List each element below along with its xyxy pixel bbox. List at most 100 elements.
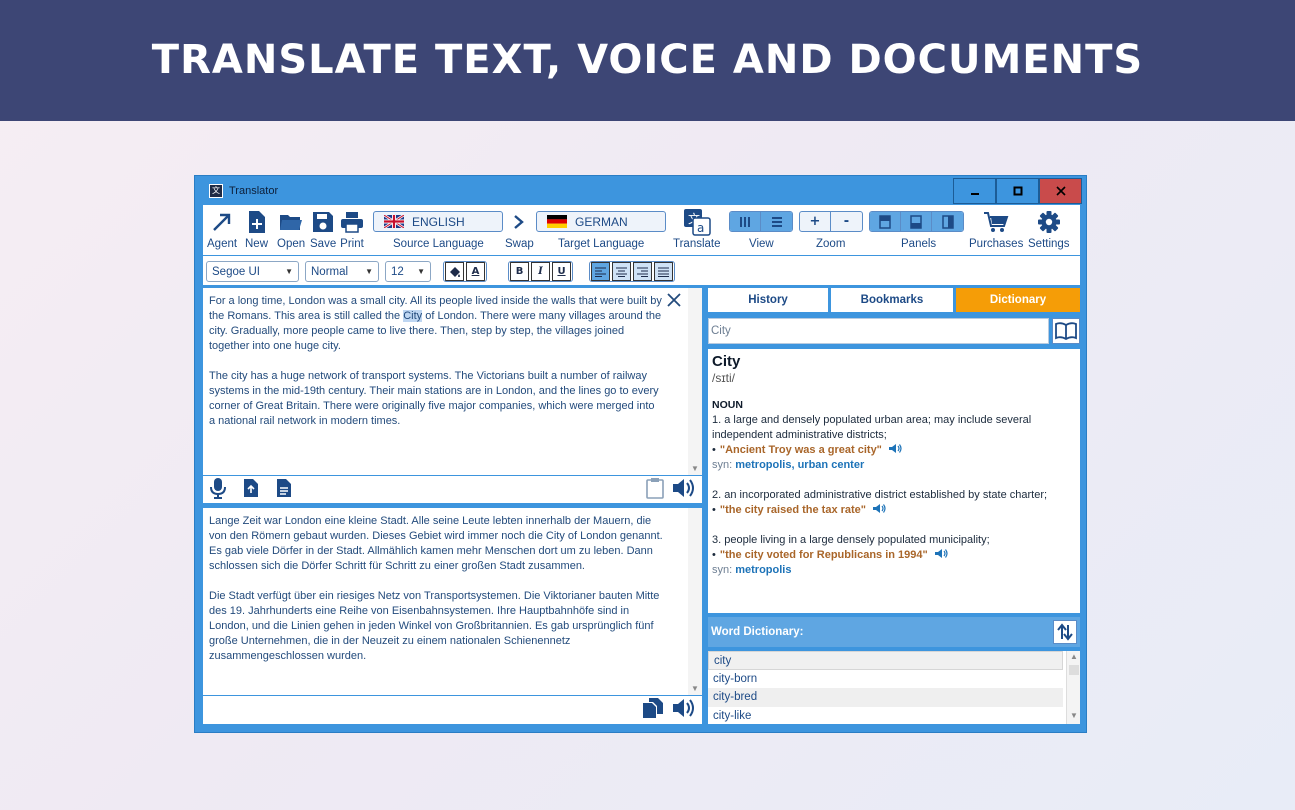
view-rows-button[interactable] — [761, 212, 792, 231]
scroll-down-icon[interactable]: ▼ — [1067, 711, 1081, 723]
microphone-button[interactable] — [209, 477, 227, 503]
paste-button[interactable] — [646, 477, 664, 503]
sort-button[interactable] — [1053, 620, 1077, 644]
list-item[interactable]: city-like — [708, 707, 1063, 726]
source-language-value: ENGLISH — [412, 214, 465, 229]
settings-button[interactable]: Settings — [1028, 209, 1070, 250]
purchases-button[interactable]: Purchases — [969, 209, 1023, 250]
underline-button[interactable]: U — [552, 262, 571, 281]
panel-layout-3-button[interactable] — [932, 212, 963, 231]
maximize-button[interactable] — [996, 178, 1039, 204]
gear-icon — [1037, 209, 1061, 235]
target-actions-bar — [203, 696, 702, 724]
source-scrollbar[interactable]: ▼ — [688, 288, 702, 475]
save-button[interactable]: Save — [310, 209, 336, 250]
banner-headline: TRANSLATE TEXT, VOICE AND DOCUMENTS — [151, 36, 1144, 83]
translation-text-area[interactable]: Lange Zeit war London eine kleine Stadt.… — [203, 508, 702, 695]
german-flag-icon — [547, 215, 567, 228]
dictionary-search-input[interactable]: City — [708, 318, 1049, 344]
side-tabs: History Bookmarks Dictionary — [708, 288, 1080, 312]
list-item[interactable]: city-bred — [708, 688, 1063, 707]
save-icon — [312, 209, 334, 235]
align-justify-icon — [658, 267, 669, 277]
close-icon — [667, 293, 681, 307]
list-item[interactable]: city-born — [708, 670, 1063, 689]
italic-button[interactable]: I — [531, 262, 550, 281]
target-scrollbar[interactable]: ▼ — [688, 508, 702, 695]
align-left-button[interactable] — [591, 262, 610, 281]
agent-icon — [211, 209, 233, 235]
target-language-select[interactable]: GERMAN — [536, 211, 666, 232]
tab-bookmarks[interactable]: Bookmarks — [831, 288, 953, 312]
target-language-value: GERMAN — [575, 214, 628, 229]
selected-word[interactable]: City — [403, 310, 423, 322]
translate-button[interactable]: 文a Translate — [673, 209, 721, 250]
new-button[interactable]: New — [245, 209, 268, 250]
tab-history[interactable]: History — [708, 288, 828, 312]
panel-side-icon — [941, 214, 954, 229]
align-right-button[interactable] — [633, 262, 652, 281]
folder-icon — [279, 209, 303, 235]
chevron-down-icon: ▼ — [285, 267, 293, 276]
speaker-icon[interactable] — [888, 443, 902, 454]
speaker-icon — [673, 478, 694, 497]
paragraph-style-select[interactable]: Normal ▼ — [305, 261, 379, 282]
open-button[interactable]: Open — [277, 209, 305, 250]
panel-layout-2-button[interactable] — [901, 212, 932, 231]
swap-button[interactable]: Swap — [505, 209, 534, 250]
scroll-up-icon[interactable]: ▲ — [1067, 652, 1081, 664]
speak-translation-button[interactable] — [672, 697, 696, 723]
align-center-button[interactable] — [612, 262, 631, 281]
scroll-down-icon[interactable]: ▼ — [688, 461, 702, 473]
color-group: A — [443, 261, 487, 282]
scroll-down-icon[interactable]: ▼ — [688, 681, 702, 693]
chevron-down-icon: ▼ — [365, 267, 373, 276]
font-family-select[interactable]: Segoe UI ▼ — [206, 261, 299, 282]
font-size-select[interactable]: 12 ▼ — [385, 261, 431, 282]
bold-button[interactable]: B — [510, 262, 529, 281]
align-justify-button[interactable] — [654, 262, 673, 281]
agent-button[interactable]: Agent — [207, 209, 237, 250]
view-columns-button[interactable] — [730, 212, 761, 231]
swap-label: Swap — [505, 238, 534, 250]
zoom-in-button[interactable]: + — [800, 212, 831, 231]
font-family-value: Segoe UI — [212, 265, 260, 278]
zoom-out-button[interactable]: - — [831, 212, 862, 231]
window-title: Translator — [229, 184, 279, 197]
copy-button[interactable] — [642, 697, 664, 723]
speaker-icon[interactable] — [934, 548, 948, 559]
minimize-button[interactable] — [953, 178, 996, 204]
source-language-select[interactable]: ENGLISH — [373, 211, 503, 232]
close-button[interactable] — [1039, 178, 1082, 204]
speaker-icon[interactable] — [872, 503, 886, 514]
tab-dictionary[interactable]: Dictionary — [956, 288, 1080, 312]
document-text-button[interactable] — [276, 478, 292, 502]
clipboard-icon — [646, 477, 664, 499]
highlight-button[interactable] — [445, 262, 464, 281]
lookup-button[interactable] — [1052, 318, 1080, 344]
target-paragraph-2: Die Stadt verfügt über ein riesiges Netz… — [209, 590, 660, 662]
text-style-group: B I U — [508, 261, 573, 282]
entry-part-of-speech: NOUN — [712, 399, 743, 411]
print-label: Print — [340, 238, 364, 250]
panel-top-icon — [879, 214, 891, 229]
list-item[interactable]: city — [708, 651, 1063, 670]
panel-layout-1-button[interactable] — [870, 212, 901, 231]
view-label: View — [749, 238, 774, 250]
synonym-links[interactable]: metropolis, urban center — [735, 459, 864, 471]
synonym-links[interactable]: metropolis — [735, 564, 791, 576]
agent-label: Agent — [207, 238, 238, 250]
word-list-scrollbar[interactable]: ▲ ▼ — [1066, 651, 1080, 724]
speak-source-button[interactable] — [672, 477, 696, 503]
open-document-button[interactable] — [243, 478, 259, 502]
document-icon — [277, 478, 291, 497]
source-language-label: Source Language — [393, 238, 484, 250]
scroll-thumb[interactable] — [1069, 665, 1079, 675]
clear-button[interactable] — [666, 292, 682, 313]
font-color-button[interactable]: A — [466, 262, 485, 281]
print-button[interactable]: Print — [340, 209, 364, 250]
align-left-icon — [595, 267, 606, 277]
sense-1: 1. a large and densely populated urban a… — [712, 413, 1076, 473]
source-text-area[interactable]: For a long time, London was a small city… — [203, 288, 702, 475]
panels-toggle — [869, 211, 964, 232]
